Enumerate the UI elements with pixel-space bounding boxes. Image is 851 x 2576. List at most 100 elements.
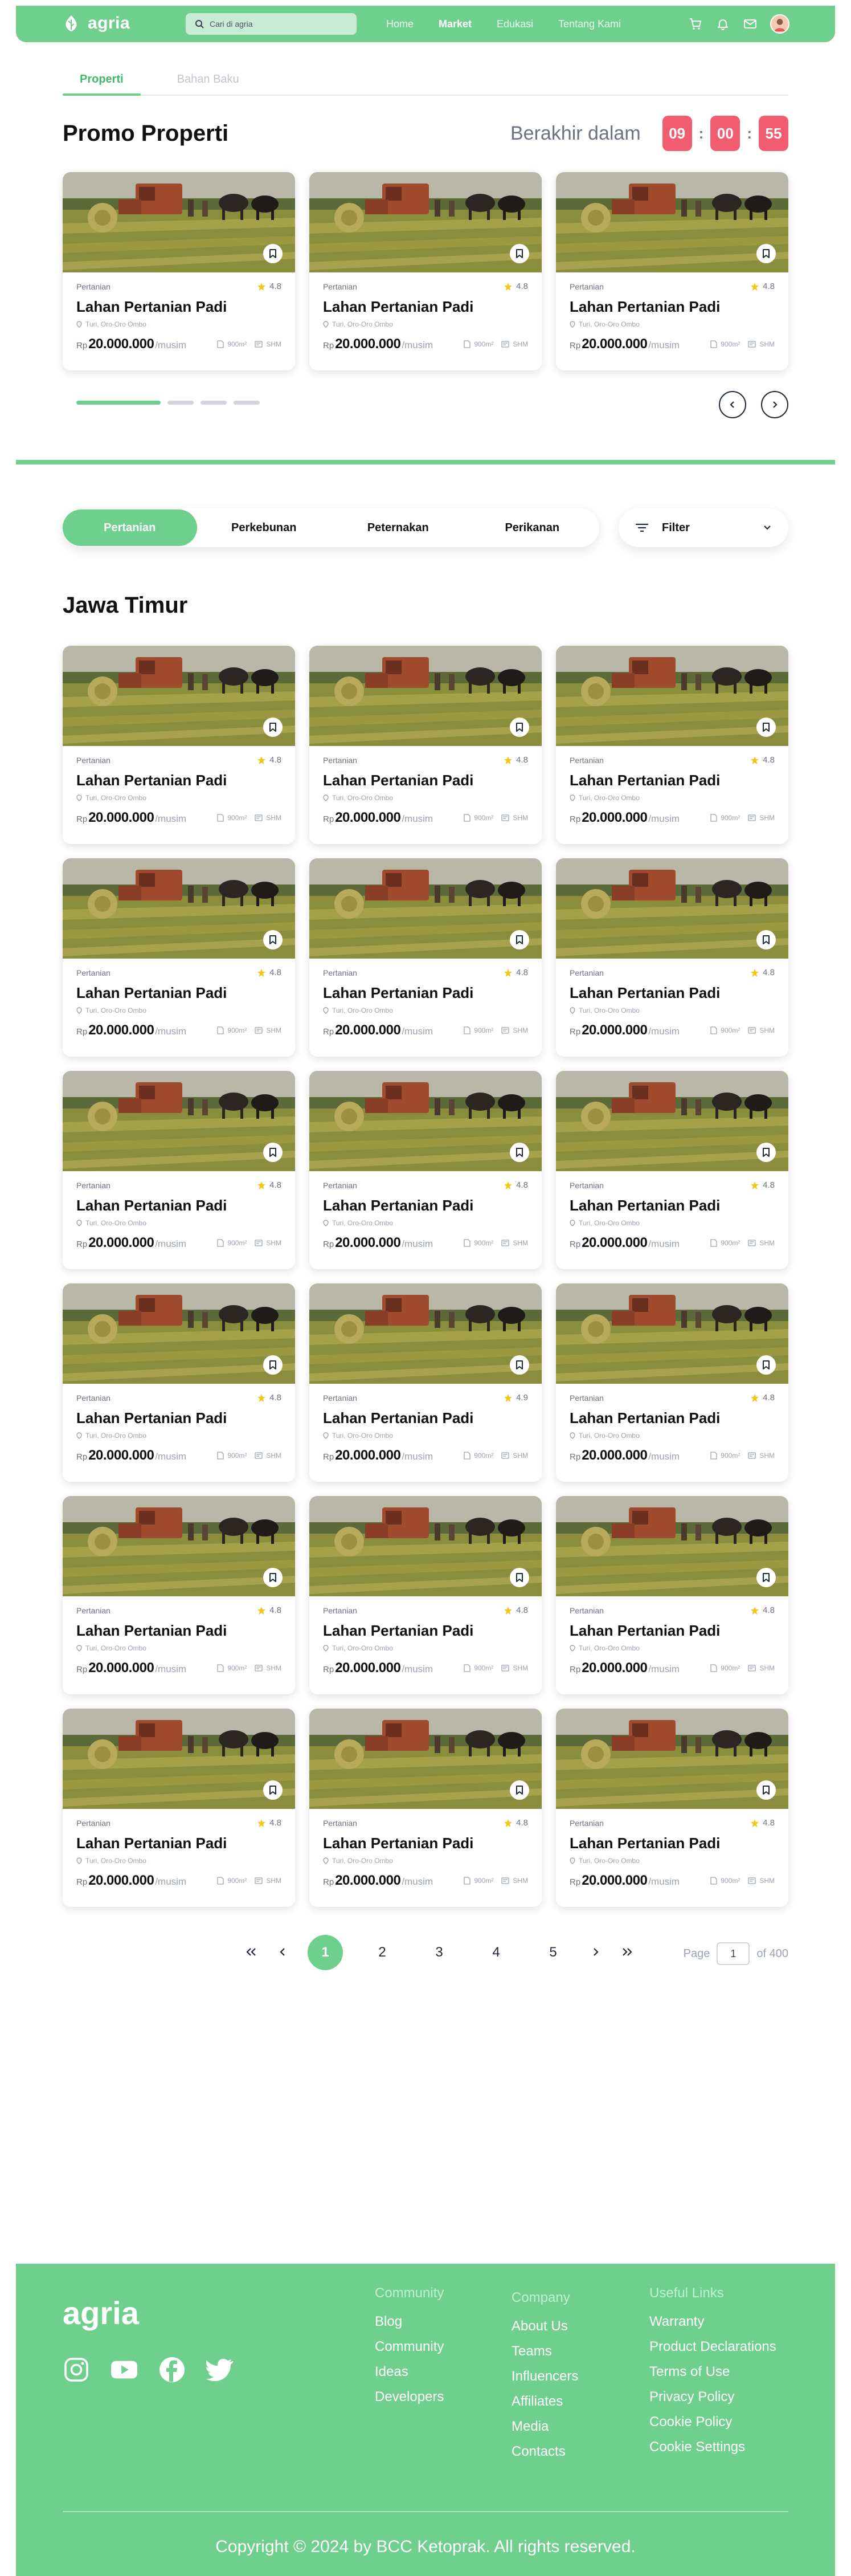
next-page-button[interactable] xyxy=(592,1945,599,1960)
footer-link[interactable]: Warranty xyxy=(649,2314,776,2330)
last-page-button[interactable] xyxy=(621,1945,633,1960)
category-perkebunan[interactable]: Perkebunan xyxy=(197,510,332,546)
star-icon xyxy=(751,756,759,764)
footer-link[interactable]: Ideas xyxy=(375,2364,444,2380)
bookmark-button[interactable] xyxy=(756,1143,776,1162)
nav-home[interactable]: Home xyxy=(386,18,414,30)
footer-link[interactable]: Developers xyxy=(375,2389,444,2405)
property-card[interactable]: Pertanian 4.8 Lahan Pertanian Padi Turi,… xyxy=(63,646,295,844)
page-input[interactable] xyxy=(717,1942,750,1965)
bookmark-button[interactable] xyxy=(263,1355,283,1375)
footer-link[interactable]: Community xyxy=(375,2339,444,2355)
property-card[interactable]: Pertanian 4.8 Lahan Pertanian Padi Turi,… xyxy=(309,172,542,370)
carousel-dot[interactable] xyxy=(201,401,227,405)
property-card[interactable]: Pertanian 4.8 Lahan Pertanian Padi Turi,… xyxy=(309,858,542,1057)
footer-link[interactable]: Contacts xyxy=(512,2444,578,2460)
footer-link[interactable]: Teams xyxy=(512,2343,578,2359)
user-avatar[interactable] xyxy=(770,14,789,34)
property-card[interactable]: Pertanian 4.8 Lahan Pertanian Padi Turi,… xyxy=(63,1283,295,1482)
bookmark-button[interactable] xyxy=(510,244,529,263)
bookmark-button[interactable] xyxy=(263,1568,283,1587)
property-card[interactable]: Pertanian 4.8 Lahan Pertanian Padi Turi,… xyxy=(309,1496,542,1694)
property-card[interactable]: Pertanian 4.8 Lahan Pertanian Padi Turi,… xyxy=(556,1709,788,1907)
bookmark-button[interactable] xyxy=(756,718,776,737)
bookmark-button[interactable] xyxy=(756,1355,776,1375)
bookmark-button[interactable] xyxy=(263,1143,283,1162)
bookmark-button[interactable] xyxy=(510,930,529,949)
footer-link[interactable]: Media xyxy=(512,2419,578,2435)
prev-page-button[interactable] xyxy=(279,1945,286,1960)
footer-link[interactable]: Affiliates xyxy=(512,2394,578,2410)
cart-icon[interactable] xyxy=(688,17,703,31)
page-number[interactable]: 5 xyxy=(535,1935,571,1970)
footer-link[interactable]: Influencers xyxy=(512,2369,578,2385)
footer-brand[interactable]: agria xyxy=(63,2294,139,2332)
property-card[interactable]: Pertanian 4.8 Lahan Pertanian Padi Turi,… xyxy=(63,172,295,370)
property-card[interactable]: Pertanian 4.8 Lahan Pertanian Padi Turi,… xyxy=(556,858,788,1057)
category-pertanian[interactable]: Pertanian xyxy=(63,510,197,546)
footer-link[interactable]: About Us xyxy=(512,2318,578,2334)
footer-link[interactable]: Product Declarations xyxy=(649,2339,776,2355)
page-number[interactable]: 2 xyxy=(365,1935,400,1970)
nav-market[interactable]: Market xyxy=(439,18,472,30)
facebook-icon[interactable] xyxy=(158,2356,186,2383)
filter-dropdown[interactable]: Filter xyxy=(619,508,788,547)
bookmark-button[interactable] xyxy=(756,930,776,949)
carousel-dot[interactable] xyxy=(234,401,260,405)
carousel-next-button[interactable] xyxy=(761,391,788,418)
bookmark-button[interactable] xyxy=(510,718,529,737)
mail-icon[interactable] xyxy=(743,17,758,31)
first-page-button[interactable] xyxy=(245,1945,257,1960)
bookmark-button[interactable] xyxy=(263,718,283,737)
category-perikanan[interactable]: Perikanan xyxy=(465,510,600,546)
property-card[interactable]: Pertanian 4.8 Lahan Pertanian Padi Turi,… xyxy=(63,1071,295,1269)
category-peternakan[interactable]: Peternakan xyxy=(331,510,465,546)
nav-tentang-kami[interactable]: Tentang Kami xyxy=(558,18,621,30)
footer-link[interactable]: Privacy Policy xyxy=(649,2389,776,2405)
bookmark-button[interactable] xyxy=(510,1143,529,1162)
bookmark-button[interactable] xyxy=(756,244,776,263)
tab-properti[interactable]: Properti xyxy=(63,68,141,96)
carousel-prev-button[interactable] xyxy=(719,391,746,418)
property-card[interactable]: Pertanian 4.8 Lahan Pertanian Padi Turi,… xyxy=(556,1283,788,1482)
footer-link[interactable]: Cookie Settings xyxy=(649,2439,776,2455)
property-card[interactable]: Pertanian 4.8 Lahan Pertanian Padi Turi,… xyxy=(309,646,542,844)
page-number[interactable]: 4 xyxy=(478,1935,514,1970)
property-card[interactable]: Pertanian 4.8 Lahan Pertanian Padi Turi,… xyxy=(309,1071,542,1269)
bookmark-button[interactable] xyxy=(263,1780,283,1800)
bookmark-button[interactable] xyxy=(263,930,283,949)
bookmark-button[interactable] xyxy=(756,1568,776,1587)
price-unit: /musim xyxy=(155,1238,187,1249)
carousel-dot[interactable] xyxy=(167,401,194,405)
property-card[interactable]: Pertanian 4.8 Lahan Pertanian Padi Turi,… xyxy=(556,172,788,370)
footer-link[interactable]: Terms of Use xyxy=(649,2364,776,2380)
property-card[interactable]: Pertanian 4.9 Lahan Pertanian Padi Turi,… xyxy=(309,1283,542,1482)
bookmark-button[interactable] xyxy=(510,1568,529,1587)
bookmark-button[interactable] xyxy=(263,244,283,263)
bookmark-button[interactable] xyxy=(510,1355,529,1375)
property-title: Lahan Pertanian Padi xyxy=(323,772,474,789)
property-card[interactable]: Pertanian 4.8 Lahan Pertanian Padi Turi,… xyxy=(63,858,295,1057)
page-number[interactable]: 1 xyxy=(308,1935,343,1970)
bookmark-button[interactable] xyxy=(756,1780,776,1800)
property-card[interactable]: Pertanian 4.8 Lahan Pertanian Padi Turi,… xyxy=(556,1496,788,1694)
carousel-dot[interactable] xyxy=(76,401,161,405)
youtube-icon[interactable] xyxy=(111,2356,138,2383)
property-card[interactable]: Pertanian 4.8 Lahan Pertanian Padi Turi,… xyxy=(556,1071,788,1269)
footer-link[interactable]: Cookie Policy xyxy=(649,2414,776,2430)
instagram-icon[interactable] xyxy=(63,2356,90,2383)
brand[interactable]: agria xyxy=(62,14,130,33)
property-card[interactable]: Pertanian 4.8 Lahan Pertanian Padi Turi,… xyxy=(63,1496,295,1694)
tab-bahan-baku[interactable]: Bahan Baku xyxy=(160,68,256,95)
property-card[interactable]: Pertanian 4.8 Lahan Pertanian Padi Turi,… xyxy=(556,646,788,844)
property-card[interactable]: Pertanian 4.8 Lahan Pertanian Padi Turi,… xyxy=(309,1709,542,1907)
property-card[interactable]: Pertanian 4.8 Lahan Pertanian Padi Turi,… xyxy=(63,1709,295,1907)
twitter-icon[interactable] xyxy=(206,2356,234,2383)
search-input[interactable] xyxy=(210,19,346,28)
nav-edukasi[interactable]: Edukasi xyxy=(497,18,533,30)
bookmark-button[interactable] xyxy=(510,1780,529,1800)
area-info: 900m² xyxy=(710,814,740,822)
page-number[interactable]: 3 xyxy=(422,1935,457,1970)
footer-link[interactable]: Blog xyxy=(375,2314,444,2330)
bell-icon[interactable] xyxy=(715,17,730,31)
